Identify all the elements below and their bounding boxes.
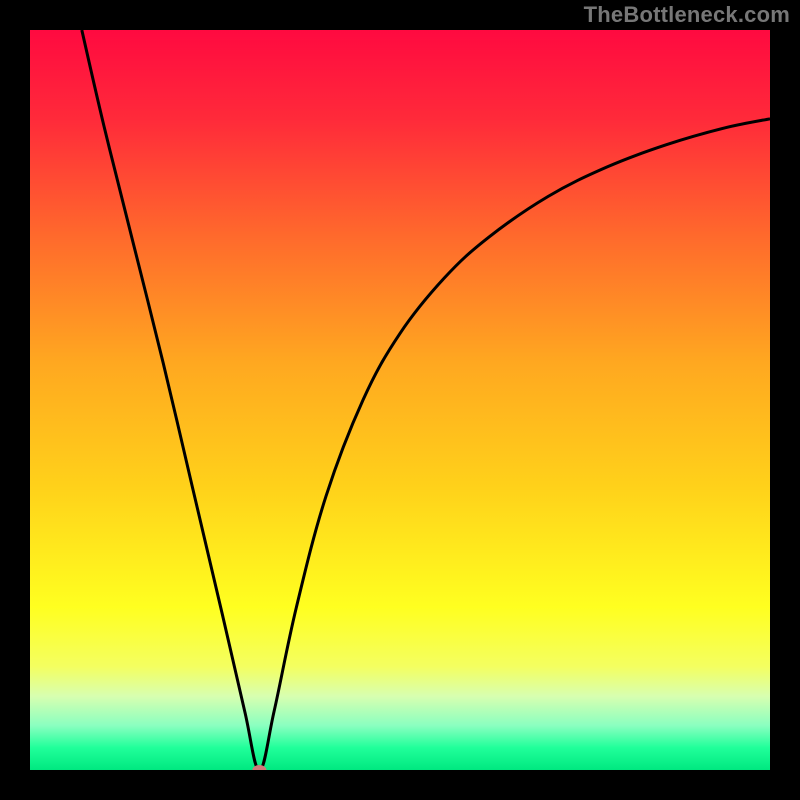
plot-area: [30, 30, 770, 770]
gradient-background: [30, 30, 770, 770]
watermark-text: TheBottleneck.com: [584, 2, 790, 28]
chart-frame: TheBottleneck.com: [0, 0, 800, 800]
chart-svg: [30, 30, 770, 770]
